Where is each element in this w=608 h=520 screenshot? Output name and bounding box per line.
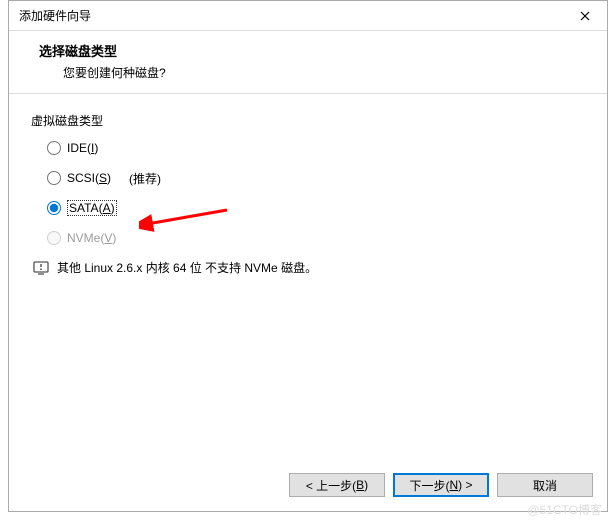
group-label: 虚拟磁盘类型 xyxy=(31,112,587,129)
radio-ide[interactable]: IDE(I) xyxy=(47,139,587,157)
titlebar-text: 添加硬件向导 xyxy=(19,7,91,24)
radio-sata[interactable]: SATA(A) xyxy=(47,199,587,217)
radio-nvme: NVMe(V) xyxy=(47,229,587,247)
radio-scsi-label: SCSI(S) xyxy=(67,171,111,185)
radio-scsi[interactable]: SCSI(S) (推荐) xyxy=(47,169,587,187)
scsi-recommended-label: (推荐) xyxy=(129,170,161,187)
close-button[interactable] xyxy=(562,1,607,31)
cancel-button[interactable]: 取消 xyxy=(497,473,593,497)
wizard-header: 选择磁盘类型 您要创建何种磁盘? xyxy=(9,31,607,94)
titlebar: 添加硬件向导 xyxy=(9,1,607,31)
next-button[interactable]: 下一步(N) > xyxy=(393,473,489,497)
radio-sata-input[interactable] xyxy=(47,201,61,215)
back-button[interactable]: < 上一步(B) xyxy=(289,473,385,497)
info-message: 其他 Linux 2.6.x 内核 64 位 不支持 NVMe 磁盘。 xyxy=(33,259,587,276)
info-text: 其他 Linux 2.6.x 内核 64 位 不支持 NVMe 磁盘。 xyxy=(57,259,317,276)
content-area: 虚拟磁盘类型 IDE(I) SCSI(S) (推荐) SATA(A) NVMe(… xyxy=(9,94,607,276)
add-hardware-wizard-dialog: 添加硬件向导 选择磁盘类型 您要创建何种磁盘? 虚拟磁盘类型 IDE(I) SC… xyxy=(8,0,608,512)
button-row: < 上一步(B) 下一步(N) > 取消 xyxy=(289,473,593,497)
disk-type-radio-group: IDE(I) SCSI(S) (推荐) SATA(A) NVMe(V) xyxy=(31,139,587,247)
radio-nvme-label: NVMe(V) xyxy=(67,231,116,245)
header-subtitle: 您要创建何种磁盘? xyxy=(63,64,607,81)
radio-scsi-input[interactable] xyxy=(47,171,61,185)
radio-ide-input[interactable] xyxy=(47,141,61,155)
close-icon xyxy=(580,11,590,21)
radio-ide-label: IDE(I) xyxy=(67,141,98,155)
header-title: 选择磁盘类型 xyxy=(39,41,607,60)
info-icon xyxy=(33,261,49,275)
radio-nvme-input xyxy=(47,231,61,245)
radio-sata-label: SATA(A) xyxy=(67,201,117,215)
